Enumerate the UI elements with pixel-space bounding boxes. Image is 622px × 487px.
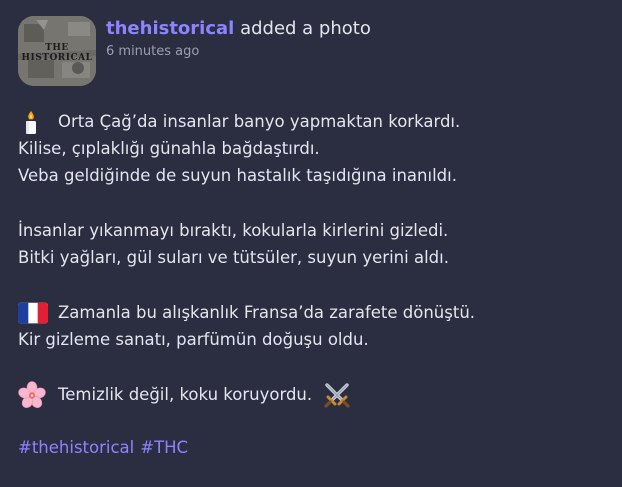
paragraph-2-line-1: İnsanlar yıkanmayı bıraktı, kokularla ki… [18, 221, 449, 240]
cherry-blossom-icon [18, 380, 48, 408]
username-link[interactable]: thehistorical [106, 18, 234, 39]
text-line: Kir gizleme sanatı, parfümün doğuşu oldu… [18, 326, 604, 353]
paragraph-2-line-2: Bitki yağları, gül suları ve tütsüler, s… [18, 248, 449, 267]
candle-icon [18, 108, 48, 135]
paragraph-3: Zamanla bu alışkanlık Fransa’da zarafete… [18, 299, 604, 353]
paragraph-4-line-1: Temizlik değil, koku koruyordu. [58, 385, 313, 404]
france-flag-icon [18, 299, 48, 326]
text-line: Kilise, çıplaklığı günahla bağdaştırdı. [18, 135, 604, 162]
text-line: Bitki yağları, gül suları ve tütsüler, s… [18, 244, 604, 271]
post-header: THE HISTORICAL thehistorical added a pho… [18, 16, 604, 86]
meta-line: thehistorical added a photo [106, 16, 371, 42]
paragraph-1: Orta Çağ’da insanlar banyo yapmaktan kor… [18, 108, 604, 189]
text-line: Orta Çağ’da insanlar banyo yapmaktan kor… [18, 108, 604, 135]
hashtag-link[interactable]: #THC [140, 438, 188, 457]
post-action: added a photo [240, 18, 371, 39]
text-line: Temizlik değil, koku koruyordu. [18, 380, 604, 408]
post-card: THE HISTORICAL thehistorical added a pho… [0, 0, 622, 487]
paragraph-3-line-1: Zamanla bu alışkanlık Fransa’da zarafete… [58, 303, 476, 322]
post-meta: thehistorical added a photo 6 minutes ag… [106, 16, 371, 61]
paragraph-1-line-1: Orta Çağ’da insanlar banyo yapmaktan kor… [58, 112, 461, 131]
crossed-swords-icon [322, 381, 352, 408]
hashtag-list: #thehistorical #THC [18, 434, 604, 461]
text-line: İnsanlar yıkanmayı bıraktı, kokularla ki… [18, 217, 604, 244]
post-timestamp[interactable]: 6 minutes ago [106, 43, 371, 61]
post-body: Orta Çağ’da insanlar banyo yapmaktan kor… [18, 108, 604, 461]
paragraph-3-line-2: Kir gizleme sanatı, parfümün doğuşu oldu… [18, 330, 369, 349]
avatar-logo-text: THE HISTORICAL [21, 43, 93, 63]
paragraph-2: İnsanlar yıkanmayı bıraktı, kokularla ki… [18, 217, 604, 271]
text-line: Veba geldiğinde de suyun hastalık taşıdı… [18, 162, 604, 189]
paragraph-1-line-2: Kilise, çıplaklığı günahla bağdaştırdı. [18, 139, 320, 158]
paragraph-4: Temizlik değil, koku koruyordu. [18, 380, 604, 408]
text-line: Zamanla bu alışkanlık Fransa’da zarafete… [18, 299, 604, 326]
hashtag-link[interactable]: #thehistorical [18, 438, 134, 457]
avatar[interactable]: THE HISTORICAL [18, 16, 96, 86]
paragraph-1-line-3: Veba geldiğinde de suyun hastalık taşıdı… [18, 166, 457, 185]
